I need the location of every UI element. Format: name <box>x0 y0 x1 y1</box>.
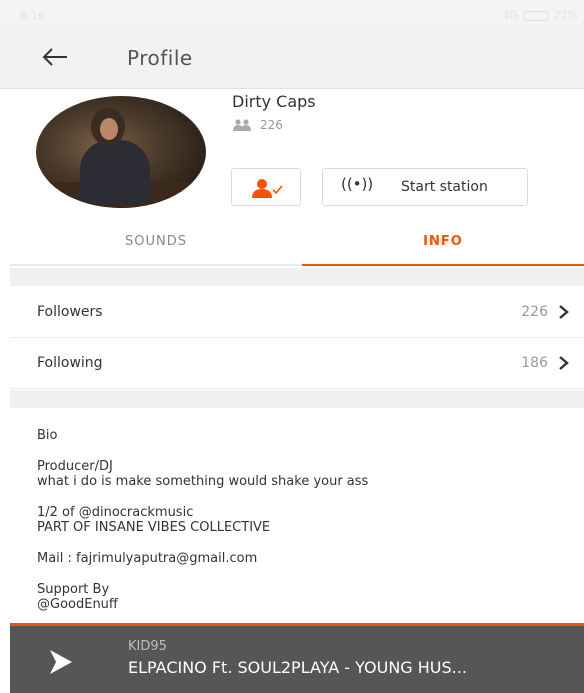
bio-line: what i do is make something would shake … <box>37 474 369 489</box>
radio-station-icon: ((•)) <box>341 175 374 193</box>
people-icon <box>233 119 251 131</box>
bio-line: Mail : fajrimulyaputra@gmail.com <box>37 551 258 566</box>
bio-line: PART OF INSANE VIBES COLLECTIVE <box>37 520 271 535</box>
play-icon[interactable] <box>48 648 74 676</box>
section-divider <box>10 268 584 286</box>
profile-name: Dirty Caps <box>232 92 316 111</box>
battery-icon <box>523 10 548 21</box>
chevron-right-icon <box>559 305 569 319</box>
bio-line: @GoodEnuff <box>37 597 118 612</box>
back-arrow-icon[interactable] <box>40 42 70 72</box>
network-label: 4G <box>502 9 518 22</box>
mini-player[interactable]: KID95 ELPACINO Ft. SOUL2PLAYA - YOUNG HU… <box>10 623 584 693</box>
followers-value: 226 <box>521 304 548 320</box>
followers-summary: 226 <box>232 118 283 132</box>
section-divider <box>10 390 584 408</box>
follow-button[interactable] <box>231 168 301 206</box>
followers-count: 226 <box>260 118 283 132</box>
bio-heading: Bio <box>37 428 58 443</box>
status-bar: 8:16 4G 77% <box>0 0 584 26</box>
bio-line: 1/2 of @dinocrackmusic <box>37 505 194 520</box>
start-station-label: Start station <box>401 179 488 195</box>
avatar <box>36 96 206 208</box>
status-time: 8:16 <box>20 9 45 22</box>
following-label: Following <box>37 355 103 371</box>
following-row[interactable]: Following 186 <box>10 338 584 389</box>
chevron-right-icon <box>559 356 569 370</box>
followers-row[interactable]: Followers 226 <box>10 287 584 338</box>
following-value: 186 <box>521 355 548 371</box>
bio-line: Support By <box>37 582 110 597</box>
start-station-button[interactable]: ((•)) Start station <box>322 168 528 206</box>
bio-section: Bio Producer/DJ what i do is make someth… <box>37 428 557 612</box>
bio-line: Producer/DJ <box>37 459 113 474</box>
tab-sounds[interactable]: SOUNDS <box>10 222 302 266</box>
player-artist: KID95 <box>128 639 167 654</box>
player-track-title: ELPACINO Ft. SOUL2PLAYA - YOUNG HUS... <box>128 658 467 677</box>
follow-user-icon <box>252 179 283 198</box>
followers-label: Followers <box>37 304 103 320</box>
page-title: Profile <box>127 46 193 70</box>
battery-level: 77% <box>553 9 578 22</box>
tab-info[interactable]: INFO <box>302 222 584 266</box>
status-indicators: 4G 77% <box>502 9 578 22</box>
app-bar: Profile <box>0 26 584 89</box>
